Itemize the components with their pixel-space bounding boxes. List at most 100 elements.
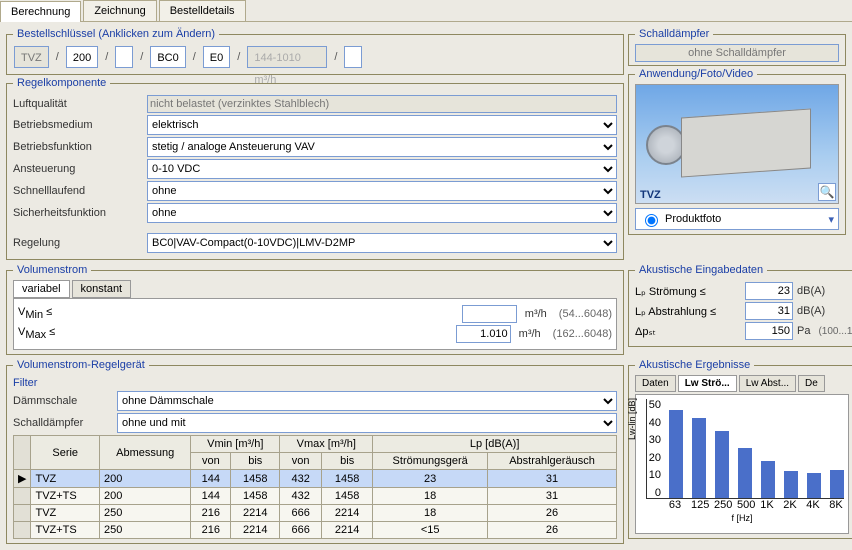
main-tabs: Berechnung Zeichnung Bestelldetails	[0, 0, 852, 21]
silencer-fieldset: Schalldämpfer	[628, 28, 846, 66]
chart-ylabel: Lw-lin [dB]	[627, 398, 637, 440]
lp-abstr-unit: dB(A)	[797, 305, 825, 317]
silencer-legend: Schalldämpfer	[635, 28, 713, 40]
product-photo: TVZ 🔍	[635, 84, 839, 204]
chart: Lw-lin [dB] 50403020100 631252505001K2K4…	[635, 394, 849, 534]
th-serie[interactable]: Serie	[31, 436, 99, 470]
vmin-input[interactable]	[462, 305, 517, 323]
dpst-label: Δpₛₜ	[635, 325, 745, 338]
orderkey-legend: Bestellschlüssel (Anklicken zum Ändern)	[13, 28, 219, 40]
dpst-range: (100...1000)	[818, 326, 852, 337]
chart-bar	[715, 431, 729, 498]
regel-legend: Regelkomponente	[13, 77, 110, 89]
th-lp[interactable]: Lp [dB(A)]	[373, 436, 617, 453]
chart-bar	[761, 461, 775, 498]
th-abm[interactable]: Abmessung	[99, 436, 190, 470]
select-schnell[interactable]: ohne	[147, 181, 617, 201]
radio-label: Produktfoto	[665, 213, 721, 225]
lp-stroemung-label: Lₚ Strömung ≤	[635, 285, 745, 298]
volstrom-fieldset: Volumenstrom variabel konstant VMin ≤ m³…	[6, 264, 624, 355]
chart-tab-de[interactable]: De	[798, 375, 825, 392]
select-anst[interactable]: 0-10 VDC	[147, 159, 617, 179]
volstrom-legend: Volumenstrom	[13, 264, 91, 276]
label-anst: Ansteuerung	[13, 163, 143, 175]
chart-tab-lwabst[interactable]: Lw Abst...	[739, 375, 796, 392]
th-abst: Abstrahlgeräusch	[488, 453, 617, 470]
filter-fieldset: Volumenstrom-Regelgerät Filter Dämmschal…	[6, 359, 624, 544]
th-vmax-von: von	[280, 453, 322, 470]
code-tvz[interactable]: TVZ	[14, 46, 49, 68]
vmin-unit: m³/h	[525, 308, 547, 320]
photo-caption: TVZ	[640, 189, 661, 201]
chart-bar	[807, 473, 821, 498]
chart-bar	[738, 448, 752, 498]
select-schall[interactable]: ohne und mit	[117, 413, 617, 433]
lp-abstr-label: Lₚ Abstrahlung ≤	[635, 305, 745, 318]
label-luft: Luftqualität	[13, 98, 143, 110]
code-e0[interactable]: E0	[203, 46, 230, 68]
select-betr[interactable]: elektrisch	[147, 115, 617, 135]
select-damm[interactable]: ohne Dämmschale	[117, 391, 617, 411]
vmax-input[interactable]	[456, 325, 511, 343]
th-vmin-von: von	[191, 453, 231, 470]
damm-label: Dämmschale	[13, 395, 113, 407]
th-vmax-bis: bis	[322, 453, 373, 470]
radio-produktfoto[interactable]	[645, 214, 658, 227]
chart-tab-daten[interactable]: Daten	[635, 375, 676, 392]
results-table: Serie Abmessung Vmin [m³/h] Vmax [m³/h] …	[13, 435, 617, 539]
chart-bar	[830, 470, 844, 498]
th-vmax[interactable]: Vmax [m³/h]	[280, 436, 373, 453]
zoom-icon[interactable]: 🔍	[818, 183, 836, 201]
vmax-label: VMax ≤	[18, 326, 58, 341]
regel-fieldset: Regelkomponente Luftqualität Betriebsmed…	[6, 77, 624, 260]
vmin-label: VMin ≤	[18, 306, 58, 321]
select-bfunk[interactable]: stetig / analoge Ansteuerung VAV	[147, 137, 617, 157]
anwendung-fieldset: Anwendung/Foto/Video TVZ 🔍 Produktfoto ▾	[628, 68, 846, 235]
chart-tab-lwstroe[interactable]: Lw Strö...	[678, 375, 737, 392]
orderkey-fieldset: Bestellschlüssel (Anklicken zum Ändern) …	[6, 28, 624, 75]
code-empty1[interactable]	[115, 46, 133, 68]
anwendung-legend: Anwendung/Foto/Video	[635, 68, 757, 80]
vmin-range: (54...6048)	[559, 308, 612, 320]
select-sich[interactable]: ohne	[147, 203, 617, 223]
tab-bestelldetails[interactable]: Bestelldetails	[159, 0, 246, 21]
table-row[interactable]: TVZ250 2162214 6662214 1826	[14, 505, 617, 522]
duct-icon	[646, 125, 686, 165]
vmax-range: (162...6048)	[553, 328, 612, 340]
select-regelung[interactable]: BC0|VAV-Compact(0-10VDC)|LMV-D2MP	[147, 233, 617, 253]
table-row[interactable]: TVZ+TS200 1441458 4321458 1831	[14, 488, 617, 505]
th-vmin-bis: bis	[231, 453, 280, 470]
table-row[interactable]: TVZ+TS250 2162214 6662214 <1526	[14, 522, 617, 539]
tab-konstant[interactable]: konstant	[72, 280, 132, 298]
label-sich: Sicherheitsfunktion	[13, 207, 143, 219]
tab-zeichnung[interactable]: Zeichnung	[83, 0, 156, 21]
tab-berechnung[interactable]: Berechnung	[0, 1, 81, 22]
code-flow[interactable]: 144-1010 m³/h	[247, 46, 327, 68]
code-bc0[interactable]: BC0	[150, 46, 185, 68]
vmax-unit: m³/h	[519, 328, 541, 340]
code-empty2[interactable]	[344, 46, 362, 68]
label-schnell: Schnelllaufend	[13, 185, 143, 197]
dpst-input[interactable]	[745, 322, 793, 340]
chart-bar	[669, 410, 683, 498]
akustout-fieldset: Akustische Ergebnisse Daten Lw Strö... L…	[628, 359, 852, 539]
label-regelung: Regelung	[13, 237, 143, 249]
schall-label: Schalldämpfer	[13, 417, 113, 429]
label-bfunk: Betriebsfunktion	[13, 141, 143, 153]
filter-legend: Volumenstrom-Regelgerät	[13, 359, 149, 371]
table-row[interactable]: ▶ TVZ200 1441458 4321458 2331	[14, 470, 617, 488]
filter-sublegend: Filter	[13, 377, 617, 389]
akustin-legend: Akustische Eingabedaten	[635, 264, 767, 276]
code-size[interactable]: 200	[66, 46, 98, 68]
lp-abstr-input[interactable]	[745, 302, 793, 320]
silencer-value	[635, 44, 839, 62]
akustin-fieldset: Akustische Eingabedaten Lₚ Strömung ≤ dB…	[628, 264, 852, 347]
chart-bar	[784, 471, 798, 498]
input-luft	[147, 95, 617, 113]
tab-variabel[interactable]: variabel	[13, 280, 70, 298]
th-vmin[interactable]: Vmin [m³/h]	[191, 436, 280, 453]
th-strom: Strömungsgerä	[373, 453, 488, 470]
lp-stroemung-input[interactable]	[745, 282, 793, 300]
label-betr: Betriebsmedium	[13, 119, 143, 131]
dropdown-icon[interactable]: ▾	[828, 213, 834, 226]
